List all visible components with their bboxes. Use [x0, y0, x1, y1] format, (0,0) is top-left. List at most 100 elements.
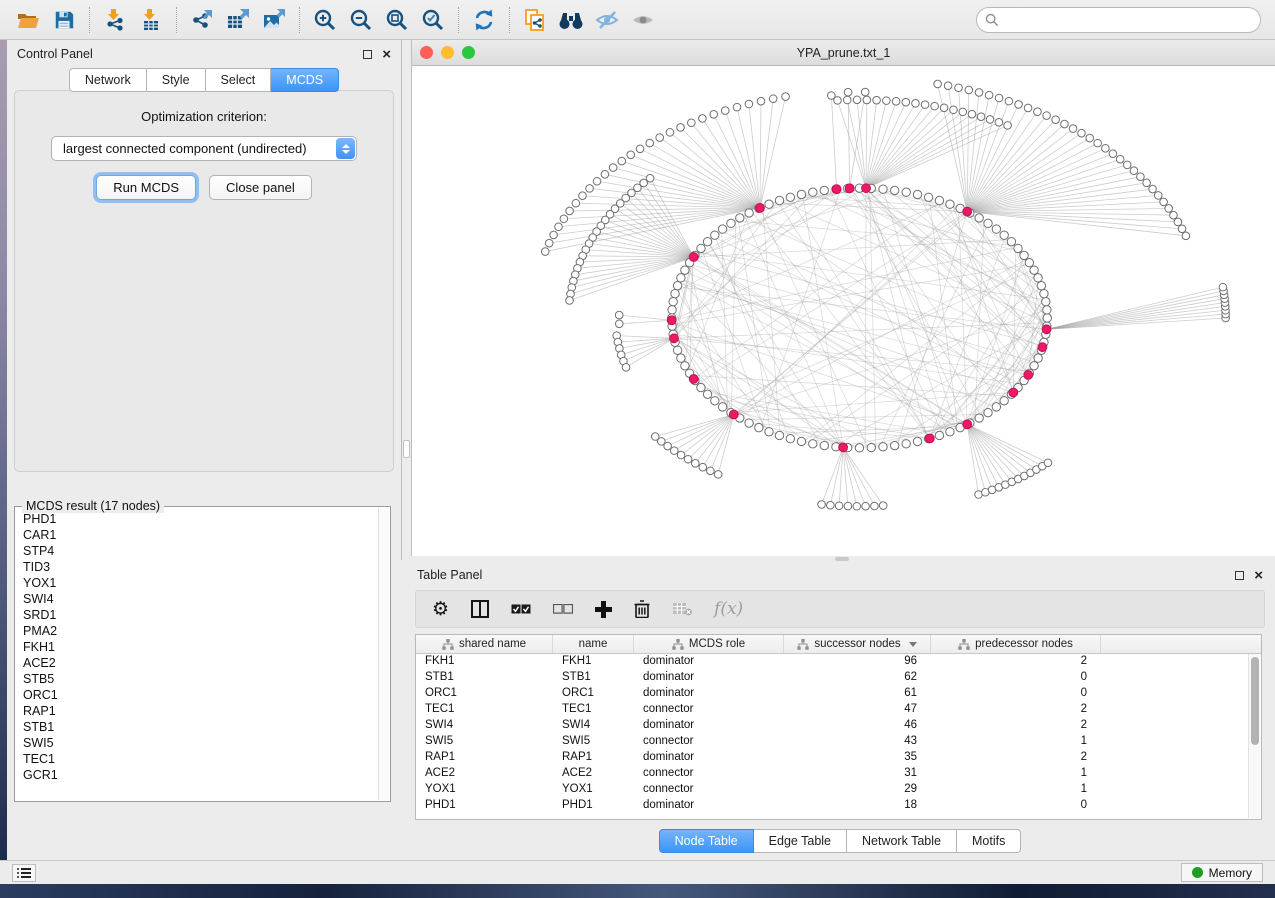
zoom-out-button[interactable]: [343, 4, 379, 36]
column-label: successor nodes: [814, 638, 900, 650]
table-row[interactable]: PHD1PHD1dominator180: [416, 798, 1248, 814]
splitter-grip[interactable]: [835, 557, 849, 561]
tab-node-table[interactable]: Node Table: [659, 829, 754, 853]
result-node[interactable]: SWI4: [21, 591, 377, 607]
export-table-button[interactable]: [220, 4, 256, 36]
network-titlebar: YPA_prune.txt_1: [412, 40, 1275, 66]
result-node[interactable]: PMA2: [21, 623, 377, 639]
column-header-shared-name[interactable]: shared name: [416, 635, 553, 653]
run-mcds-button[interactable]: Run MCDS: [96, 175, 196, 200]
refresh-icon: [472, 8, 496, 32]
close-panel-icon[interactable]: ×: [1254, 571, 1263, 580]
cell: RAP1: [416, 750, 553, 766]
tab-network[interactable]: Network: [69, 68, 147, 92]
table-row[interactable]: FKH1FKH1dominator962: [416, 654, 1248, 670]
tab-select[interactable]: Select: [206, 68, 272, 92]
result-node[interactable]: SWI5: [21, 735, 377, 751]
result-node[interactable]: SRD1: [21, 607, 377, 623]
result-node[interactable]: GCR1: [21, 767, 377, 783]
table-row[interactable]: SWI5SWI5connector431: [416, 734, 1248, 750]
column-header-successor-nodes[interactable]: successor nodes: [784, 635, 931, 653]
shared-column-icon: [958, 639, 970, 650]
result-node[interactable]: TID3: [21, 559, 377, 575]
show-hidden-button[interactable]: [625, 4, 661, 36]
plus-icon: [595, 601, 612, 618]
eye-icon: [631, 8, 655, 32]
splitter-grip[interactable]: [403, 440, 410, 458]
cell: connector: [634, 782, 784, 798]
search-input[interactable]: [1005, 13, 1252, 27]
cell: SWI5: [416, 734, 553, 750]
export-image-button[interactable]: [256, 4, 292, 36]
scrollbar-thumb[interactable]: [1251, 657, 1259, 745]
tab-mcds[interactable]: MCDS: [271, 68, 339, 92]
optimization-criterion-select[interactable]: largest connected component (undirected): [51, 136, 357, 161]
zoom-selected-icon: [421, 8, 445, 32]
cell: 0: [931, 670, 1101, 686]
memory-button[interactable]: Memory: [1181, 863, 1263, 882]
float-panel-icon[interactable]: [1235, 571, 1244, 580]
refresh-layout-button[interactable]: [466, 4, 502, 36]
binoculars-find-button[interactable]: [553, 4, 589, 36]
table-settings-button[interactable]: ⚙: [432, 600, 449, 619]
table-row[interactable]: SWI4SWI4dominator462: [416, 718, 1248, 734]
result-node[interactable]: ACE2: [21, 655, 377, 671]
add-column-button[interactable]: [595, 601, 612, 618]
table-row[interactable]: ORC1ORC1dominator610: [416, 686, 1248, 702]
table-row[interactable]: RAP1RAP1dominator352: [416, 750, 1248, 766]
table-row[interactable]: YOX1YOX1connector291: [416, 782, 1248, 798]
result-list-scrollbar[interactable]: [378, 508, 389, 800]
result-node[interactable]: STP4: [21, 543, 377, 559]
table-row[interactable]: STB1STB1dominator620: [416, 670, 1248, 686]
column-header-predecessor-nodes[interactable]: predecessor nodes: [931, 635, 1101, 653]
result-node[interactable]: FKH1: [21, 639, 377, 655]
cell-filler: [1101, 750, 1248, 766]
result-node[interactable]: STB5: [21, 671, 377, 687]
tab-motifs[interactable]: Motifs: [957, 829, 1021, 853]
result-node[interactable]: ORC1: [21, 687, 377, 703]
result-node[interactable]: YOX1: [21, 575, 377, 591]
hide-selected-button[interactable]: [589, 4, 625, 36]
show-columns-button[interactable]: [471, 600, 489, 618]
import-network-button[interactable]: [97, 4, 133, 36]
memory-status-icon: [1192, 867, 1203, 878]
cell: dominator: [634, 670, 784, 686]
float-panel-icon[interactable]: [363, 50, 372, 59]
table-row[interactable]: TEC1TEC1connector472: [416, 702, 1248, 718]
save-session-button[interactable]: [46, 4, 82, 36]
zoom-selected-button[interactable]: [415, 4, 451, 36]
close-panel-button[interactable]: Close panel: [209, 175, 312, 200]
result-node[interactable]: PHD1: [21, 511, 377, 527]
column-header-mcds-role[interactable]: MCDS role: [634, 635, 784, 653]
delete-column-button[interactable]: [634, 600, 650, 618]
tab-network-table[interactable]: Network Table: [847, 829, 957, 853]
vertical-splitter[interactable]: [401, 40, 411, 560]
copy-network-button[interactable]: [517, 4, 553, 36]
column-header-name[interactable]: name: [553, 635, 634, 653]
zoom-in-button[interactable]: [307, 4, 343, 36]
result-node[interactable]: CAR1: [21, 527, 377, 543]
import-table-button[interactable]: [133, 4, 169, 36]
import-table-icon: [139, 8, 163, 32]
network-graph[interactable]: [412, 66, 1275, 555]
tab-edge-table[interactable]: Edge Table: [754, 829, 847, 853]
result-node[interactable]: TEC1: [21, 751, 377, 767]
cell: 18: [784, 798, 931, 814]
network-title: YPA_prune.txt_1: [412, 46, 1275, 60]
table-panel: Table Panel × ⚙: [405, 562, 1275, 860]
tab-style[interactable]: Style: [147, 68, 206, 92]
select-all-button[interactable]: [511, 604, 531, 614]
table-row[interactable]: ACE2ACE2connector311: [416, 766, 1248, 782]
table-scrollbar[interactable]: [1248, 654, 1260, 818]
result-node[interactable]: RAP1: [21, 703, 377, 719]
task-history-button[interactable]: [12, 864, 36, 882]
cell-filler: [1101, 798, 1248, 814]
cell: connector: [634, 734, 784, 750]
deselect-all-button[interactable]: [553, 604, 573, 614]
zoom-fit-button[interactable]: [379, 4, 415, 36]
result-node[interactable]: STB1: [21, 719, 377, 735]
export-network-button[interactable]: [184, 4, 220, 36]
close-panel-icon[interactable]: ×: [382, 50, 391, 59]
open-file-button[interactable]: [10, 4, 46, 36]
global-search: [976, 7, 1261, 33]
